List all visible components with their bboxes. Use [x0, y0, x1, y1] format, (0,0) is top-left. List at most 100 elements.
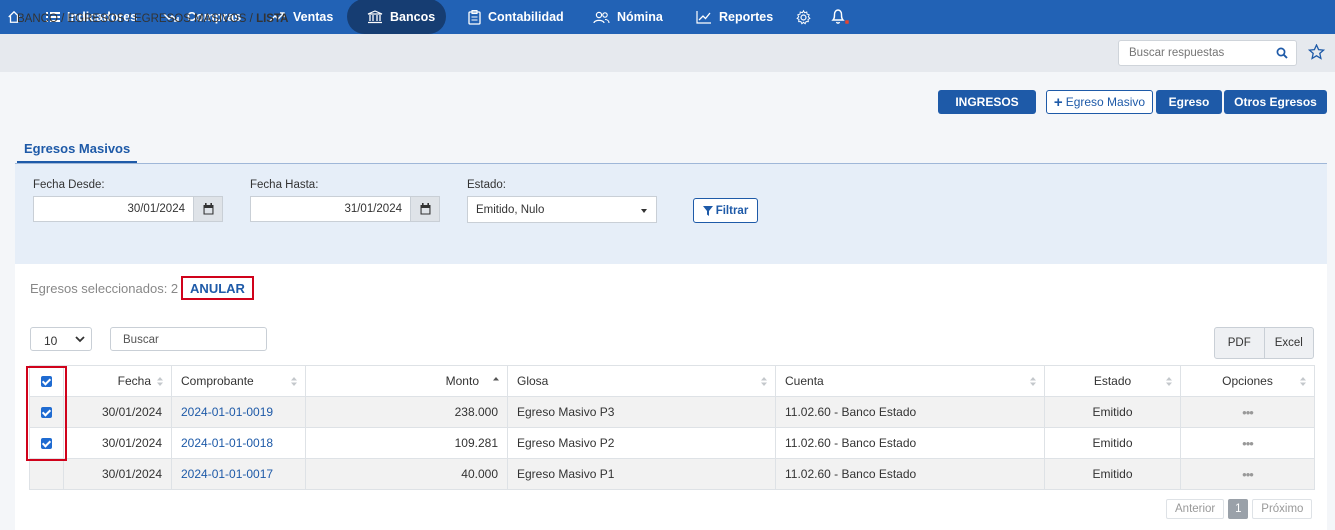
- cell-estado: Emitido: [1044, 427, 1181, 459]
- row-checkbox[interactable]: [29, 427, 64, 459]
- pagination: Anterior 1 Próximo: [1166, 499, 1313, 519]
- cell-monto: 109.281: [305, 427, 508, 459]
- calendar-icon[interactable]: [194, 196, 223, 222]
- cell-estado: Emitido: [1044, 396, 1181, 428]
- cell-glosa: Egreso Masivo P3: [507, 396, 776, 428]
- column-header-glosa[interactable]: Glosa: [507, 365, 776, 397]
- calendar-icon[interactable]: [411, 196, 440, 222]
- star-icon[interactable]: [1308, 44, 1325, 60]
- estado-label: Estado:: [467, 179, 506, 191]
- fecha-desde-label: Fecha Desde:: [33, 179, 105, 191]
- nav-item-nomina[interactable]: Nómina: [593, 0, 663, 34]
- nav-item-bancos[interactable]: Bancos: [367, 0, 435, 34]
- select-all-checkbox[interactable]: [29, 365, 64, 397]
- cell-monto: 238.000: [305, 396, 508, 428]
- page-size-select[interactable]: 10: [30, 327, 92, 351]
- plus-icon: +: [1053, 93, 1063, 111]
- comprobante-link[interactable]: 2024-01-01-0019: [181, 405, 273, 419]
- column-header-opciones[interactable]: Opciones: [1180, 365, 1315, 397]
- help-search-input[interactable]: [1127, 46, 1267, 60]
- egreso-masivo-label: Egreso Masivo: [1065, 95, 1146, 109]
- column-label-monto: Monto: [445, 374, 479, 388]
- fecha-hasta-input[interactable]: 31/01/2024: [250, 196, 411, 222]
- estado-select[interactable]: Emitido, Nulo: [467, 196, 657, 223]
- nav-label-reportes: Reportes: [719, 10, 774, 24]
- excel-button[interactable]: Excel: [1265, 328, 1314, 358]
- breadcrumb-item-lista: LISTA: [256, 13, 289, 25]
- column-header-monto[interactable]: Monto: [305, 365, 508, 397]
- nav-label-nomina: Nómina: [617, 10, 663, 24]
- column-header-fecha[interactable]: Fecha: [63, 365, 172, 397]
- search-icon[interactable]: [1276, 47, 1288, 59]
- filtrar-button[interactable]: Filtrar: [693, 198, 758, 223]
- sort-icon: [1030, 377, 1036, 386]
- nav-item-reportes[interactable]: Reportes: [696, 0, 773, 34]
- egreso-button[interactable]: Egreso: [1156, 90, 1222, 114]
- column-label-comprobante: Comprobante: [181, 374, 254, 388]
- comprobante-link[interactable]: 2024-01-01-0018: [181, 436, 273, 450]
- checkbox-checked-icon: [41, 407, 52, 419]
- anular-button[interactable]: ANULAR: [181, 276, 254, 300]
- nav-item-contabilidad[interactable]: Contabilidad: [468, 0, 564, 34]
- breadcrumb: BANCO / EGRESOS / EGRESOS MASIVOS / LIST…: [17, 13, 289, 25]
- egresos-table: Fecha Comprobante Monto Glosa Cuenta Est…: [29, 365, 1315, 490]
- table-search-input[interactable]: Buscar: [110, 327, 267, 351]
- row-checkbox[interactable]: [29, 458, 64, 490]
- otros-egresos-button[interactable]: Otros Egresos: [1224, 90, 1327, 114]
- cell-cuenta: 11.02.60 - Banco Estado: [775, 396, 1045, 428]
- fecha-desde-input[interactable]: 30/01/2024: [33, 196, 194, 222]
- breadcrumb-item-banco[interactable]: BANCO: [17, 13, 58, 25]
- bank-icon: [367, 10, 383, 24]
- cell-opciones: •••: [1180, 396, 1315, 428]
- cell-comprobante: 2024-01-01-0017: [171, 458, 306, 490]
- breadcrumb-item-egresos[interactable]: EGRESOS: [68, 13, 125, 25]
- ingresos-button[interactable]: INGRESOS: [938, 90, 1036, 114]
- column-label-estado: Estado: [1093, 374, 1132, 388]
- chevron-down-icon: [75, 336, 85, 343]
- page-size-value: 10: [44, 334, 58, 348]
- column-header-estado[interactable]: Estado: [1044, 365, 1181, 397]
- cell-fecha: 30/01/2024: [63, 427, 172, 459]
- chart-icon: [696, 11, 711, 24]
- comprobante-link[interactable]: 2024-01-01-0017: [181, 467, 273, 481]
- nav-label-contabilidad: Contabilidad: [488, 10, 564, 24]
- checkbox-checked-icon: [41, 376, 52, 388]
- nav-label-bancos: Bancos: [390, 10, 436, 24]
- cell-fecha: 30/01/2024: [63, 458, 172, 490]
- more-options-icon[interactable]: •••: [1242, 405, 1254, 420]
- column-header-comprobante[interactable]: Comprobante: [171, 365, 306, 397]
- row-checkbox[interactable]: [29, 396, 64, 428]
- pagination-next-button[interactable]: Próximo: [1252, 499, 1313, 519]
- help-search-box: [1118, 40, 1297, 66]
- pdf-button[interactable]: PDF: [1215, 328, 1265, 358]
- pagination-current-page[interactable]: 1: [1228, 499, 1249, 519]
- egreso-masivo-button[interactable]: + Egreso Masivo: [1046, 90, 1153, 114]
- estado-value: Emitido, Nulo: [476, 204, 545, 216]
- more-options-icon[interactable]: •••: [1242, 436, 1254, 451]
- cell-opciones: •••: [1180, 427, 1315, 459]
- chevron-down-icon: [641, 209, 647, 213]
- column-header-cuenta[interactable]: Cuenta: [775, 365, 1045, 397]
- pagination-prev-button[interactable]: Anterior: [1166, 499, 1225, 519]
- cell-cuenta: 11.02.60 - Banco Estado: [775, 458, 1045, 490]
- more-options-icon[interactable]: •••: [1242, 467, 1254, 482]
- tab-egresos-masivos[interactable]: Egresos Masivos: [17, 141, 138, 163]
- column-label-glosa: Glosa: [517, 374, 549, 388]
- cell-opciones: •••: [1180, 458, 1315, 490]
- cell-glosa: Egreso Masivo P1: [507, 458, 776, 490]
- checkbox-checked-icon: [41, 438, 52, 450]
- sort-asc-icon: [493, 377, 499, 381]
- column-label-opciones: Opciones: [1222, 374, 1273, 388]
- breadcrumb-item-egresos-masivos[interactable]: EGRESOS MASIVOS: [134, 13, 246, 25]
- table-row: 30/01/2024 2024-01-01-0019 238.000 Egres…: [29, 396, 1315, 428]
- cell-comprobante: 2024-01-01-0018: [171, 427, 306, 459]
- table-row: 30/01/2024 2024-01-01-0018 109.281 Egres…: [29, 427, 1315, 459]
- cell-cuenta: 11.02.60 - Banco Estado: [775, 427, 1045, 459]
- table-header-row: Fecha Comprobante Monto Glosa Cuenta Est…: [29, 365, 1315, 397]
- table-row: 30/01/2024 2024-01-01-0017 40.000 Egreso…: [29, 458, 1315, 490]
- bell-icon[interactable]: [830, 0, 859, 34]
- sort-icon: [1166, 377, 1172, 386]
- sort-icon: [1300, 377, 1306, 386]
- gear-icon[interactable]: [795, 0, 819, 34]
- users-icon: [593, 11, 610, 23]
